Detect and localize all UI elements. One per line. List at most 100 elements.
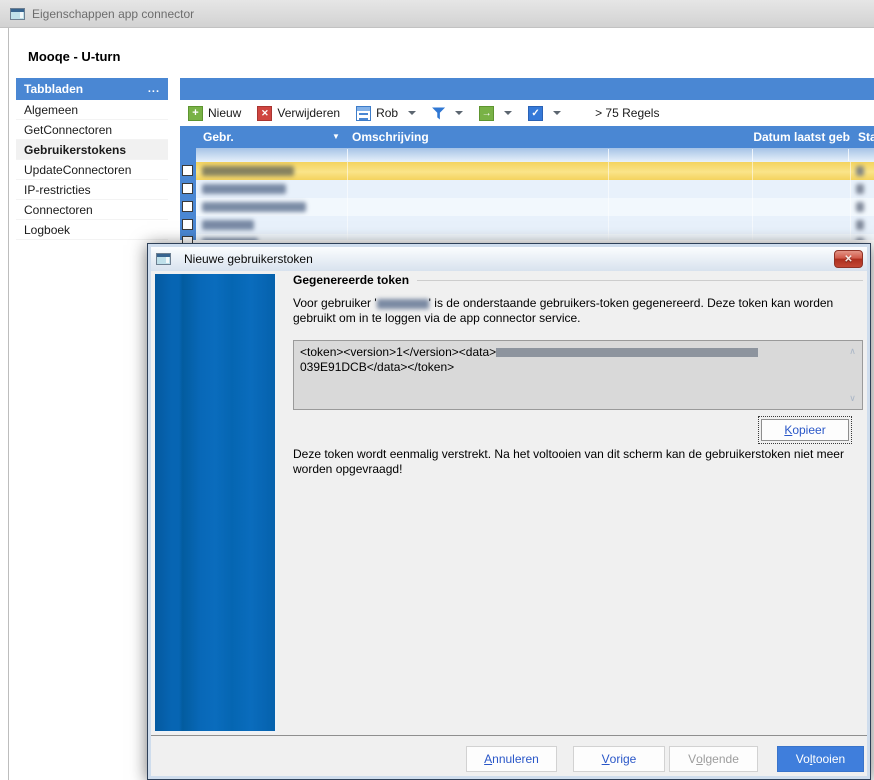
redacted-username bbox=[202, 166, 294, 176]
table-header: Gebr. ▼ Omschrijving Datum laatst geb St… bbox=[180, 126, 874, 148]
new-button[interactable]: + Nieuw bbox=[188, 106, 241, 121]
dialog-title: Nieuwe gebruikerstoken bbox=[184, 252, 313, 266]
row-checkbox[interactable] bbox=[182, 219, 193, 230]
arrow-right-icon: → bbox=[479, 106, 494, 121]
column-separator bbox=[752, 149, 753, 161]
scroll-down-icon[interactable]: ∨ bbox=[849, 391, 856, 406]
column-separator bbox=[608, 198, 609, 216]
column-separator bbox=[608, 180, 609, 198]
sidebar-item-connectoren[interactable]: Connectoren bbox=[16, 200, 168, 220]
content-header-bar bbox=[180, 78, 874, 100]
copy-button[interactable]: Kopieer bbox=[761, 419, 849, 441]
next-button-disabled[interactable]: Volgende bbox=[669, 746, 758, 772]
sidebar-item-getconnectoren[interactable]: GetConnectoren bbox=[16, 120, 168, 140]
redacted-status bbox=[856, 166, 864, 176]
view-selector-label: Rob bbox=[376, 106, 398, 120]
table-row[interactable] bbox=[196, 216, 874, 234]
main-window-title: Eigenschappen app connector bbox=[32, 7, 194, 21]
sidebar: Tabbladen ... Algemeen GetConnectoren Ge… bbox=[16, 78, 168, 240]
row-checkbox[interactable] bbox=[182, 201, 193, 212]
delete-icon: ✕ bbox=[257, 106, 272, 121]
token-textbox[interactable]: <token><version>1</version><data> 039E91… bbox=[293, 340, 863, 410]
column-separator bbox=[347, 234, 348, 240]
dialog-window-icon bbox=[156, 253, 171, 265]
sidebar-item-gebruikerstokens[interactable]: Gebruikerstokens bbox=[16, 140, 168, 160]
dialog-body: Gegenereerde token Voor gebruiker '' is … bbox=[151, 271, 867, 776]
connector-name-heading: Mooqe - U-turn bbox=[28, 49, 120, 64]
view-selector-button[interactable]: Rob bbox=[356, 106, 416, 121]
column-separator bbox=[347, 216, 348, 234]
redacted-username bbox=[377, 299, 429, 309]
cancel-button[interactable]: Annuleren bbox=[466, 746, 557, 772]
table-row[interactable] bbox=[196, 198, 874, 216]
one-time-warning-text: Deze token wordt eenmalig verstrekt. Na … bbox=[293, 447, 861, 477]
column-separator bbox=[850, 234, 851, 240]
select-button[interactable]: ✓ bbox=[528, 106, 561, 121]
redacted-status bbox=[856, 202, 864, 212]
table-row[interactable] bbox=[196, 180, 874, 198]
view-dropdown-caret-icon[interactable] bbox=[408, 111, 416, 115]
wizard-side-panel bbox=[155, 274, 277, 733]
column-separator bbox=[752, 180, 753, 198]
column-separator bbox=[608, 149, 609, 161]
delete-button[interactable]: ✕ Verwijderen bbox=[257, 106, 340, 121]
sidebar-item-ip-restricties[interactable]: IP-restricties bbox=[16, 180, 168, 200]
sort-caret-icon[interactable]: ▼ bbox=[332, 126, 340, 148]
token-text-prefix: <token><version>1</version><data> bbox=[300, 345, 496, 359]
column-separator bbox=[848, 149, 849, 161]
column-separator bbox=[850, 216, 851, 234]
app-window-icon bbox=[10, 8, 25, 20]
column-separator bbox=[752, 162, 753, 180]
select-dropdown-caret-icon[interactable] bbox=[553, 111, 561, 115]
copy-button-focus-ring: Kopieer bbox=[758, 416, 852, 444]
previous-button[interactable]: Vorige bbox=[573, 746, 665, 772]
checkmark-icon: ✓ bbox=[528, 106, 543, 121]
filter-dropdown-caret-icon[interactable] bbox=[455, 111, 463, 115]
row-count-status: > 75 Regels bbox=[595, 106, 659, 120]
column-header-status[interactable]: Sta bbox=[858, 126, 874, 148]
column-header-gebr[interactable]: Gebr. bbox=[203, 126, 234, 148]
close-button[interactable]: ✕ bbox=[834, 250, 863, 268]
export-dropdown-caret-icon[interactable] bbox=[504, 111, 512, 115]
row-checkbox[interactable] bbox=[182, 165, 193, 176]
column-separator bbox=[850, 162, 851, 180]
column-separator bbox=[752, 198, 753, 216]
column-separator bbox=[347, 180, 348, 198]
sidebar-menu-icon[interactable]: ... bbox=[148, 84, 160, 94]
main-titlebar: Eigenschappen app connector bbox=[0, 0, 874, 28]
checkbox-gutter bbox=[180, 148, 196, 240]
export-button[interactable]: → bbox=[479, 106, 512, 121]
sidebar-header: Tabbladen ... bbox=[16, 78, 168, 100]
redacted-username bbox=[202, 220, 254, 230]
new-button-label: Nieuw bbox=[208, 106, 241, 120]
redacted-username bbox=[202, 184, 286, 194]
redacted-username bbox=[202, 238, 258, 240]
sidebar-item-updateconnectoren[interactable]: UpdateConnectoren bbox=[16, 160, 168, 180]
token-scrollbar[interactable]: ∧ ∨ bbox=[844, 342, 861, 408]
row-checkbox[interactable] bbox=[182, 183, 193, 194]
column-separator bbox=[608, 234, 609, 240]
table-row[interactable] bbox=[196, 162, 874, 180]
column-separator bbox=[608, 216, 609, 234]
column-separator bbox=[608, 162, 609, 180]
table-filter-row[interactable] bbox=[180, 148, 874, 162]
filter-funnel-icon bbox=[432, 107, 445, 120]
column-header-datum[interactable]: Datum laatst geb bbox=[640, 126, 850, 148]
redacted-token-data bbox=[496, 348, 758, 357]
column-header-omschrijving[interactable]: Omschrijving bbox=[352, 126, 429, 148]
new-token-dialog: Nieuwe gebruikerstoken ✕ Gegenereerde to… bbox=[147, 243, 871, 780]
plus-icon: + bbox=[188, 106, 203, 121]
redacted-status bbox=[856, 238, 864, 240]
column-separator bbox=[752, 216, 753, 234]
column-separator bbox=[347, 162, 348, 180]
finish-button[interactable]: Voltooien bbox=[777, 746, 864, 772]
intro-text-before: Voor gebruiker ' bbox=[293, 296, 377, 310]
window-left-border bbox=[8, 28, 9, 780]
scroll-up-icon[interactable]: ∧ bbox=[849, 344, 856, 359]
sidebar-item-algemeen[interactable]: Algemeen bbox=[16, 100, 168, 120]
table-row[interactable] bbox=[196, 234, 874, 240]
toolbar: + Nieuw ✕ Verwijderen Rob → ✓ > 75 Regel… bbox=[180, 100, 874, 126]
sidebar-item-logboek[interactable]: Logboek bbox=[16, 220, 168, 240]
column-separator bbox=[347, 149, 348, 161]
filter-button[interactable] bbox=[432, 107, 463, 120]
